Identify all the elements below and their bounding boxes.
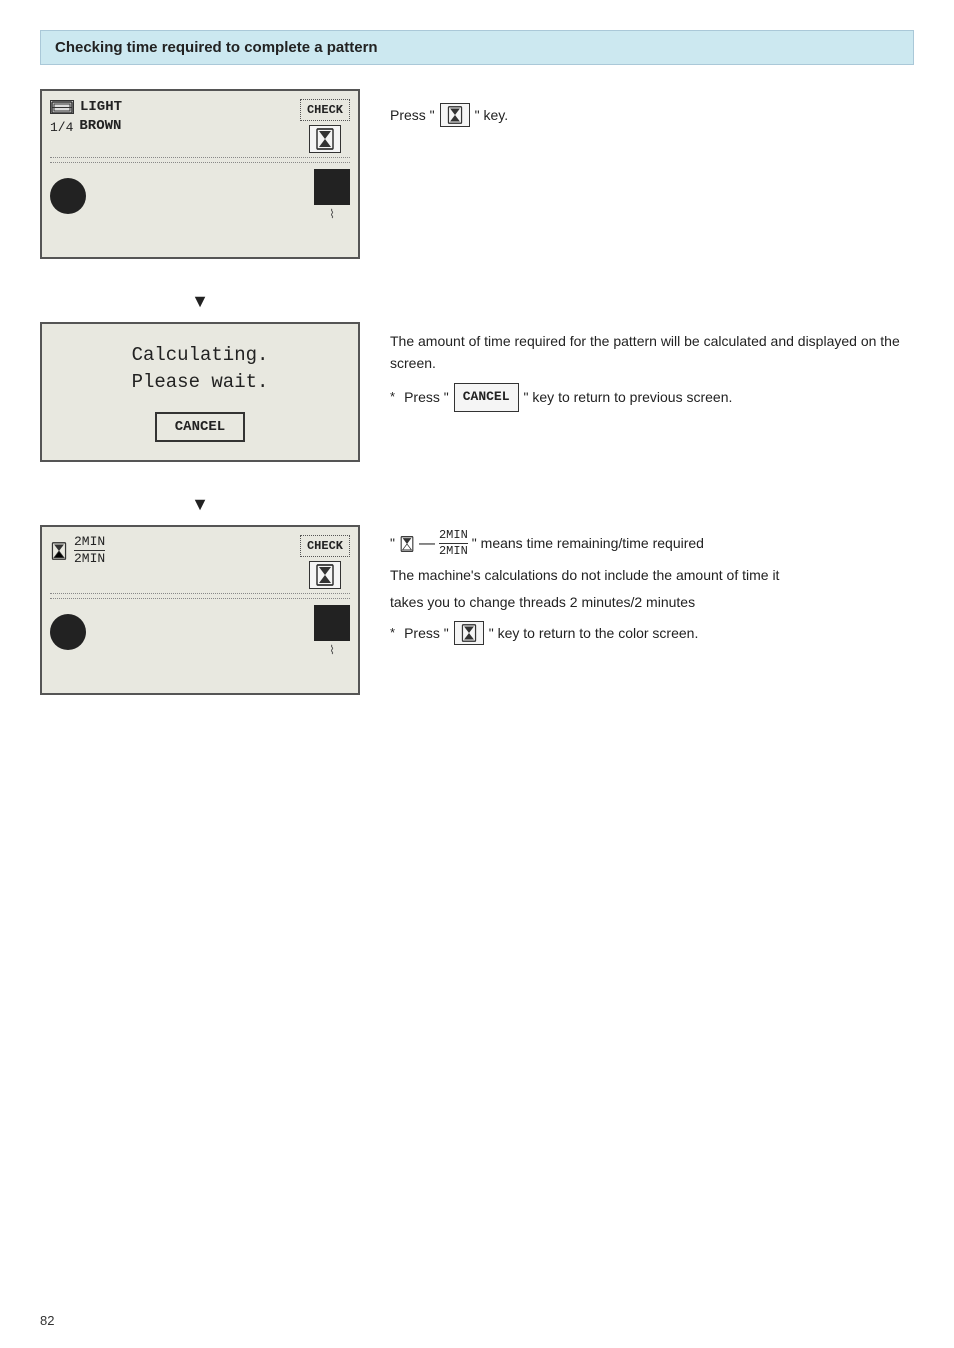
step3-frac-bottom: 2MIN bbox=[439, 545, 468, 558]
step3-means-text: " means time remaining/time required bbox=[472, 532, 704, 554]
screen1-color-name-line1: LIGHT bbox=[80, 99, 122, 116]
swatch-dark-screen1 bbox=[50, 178, 86, 214]
arrow-down-2: ▼ bbox=[40, 494, 360, 515]
step3-note-prefix: Press " bbox=[404, 622, 449, 644]
hourglass-icon-screen3 bbox=[50, 542, 68, 560]
step3-hourglass-key[interactable] bbox=[454, 621, 484, 645]
header-title: Checking time required to complete a pat… bbox=[55, 39, 378, 56]
calc-line2: Please wait. bbox=[132, 369, 269, 396]
screen2: Calculating. Please wait. CANCEL bbox=[40, 322, 360, 462]
section-header: Checking time required to complete a pat… bbox=[40, 30, 914, 65]
cancel-button-screen2[interactable]: CANCEL bbox=[155, 412, 245, 442]
step3-note-suffix: " key to return to the color screen. bbox=[489, 622, 699, 644]
step1-press-prefix: Press " bbox=[390, 104, 435, 126]
hourglass-inline-icon bbox=[399, 536, 415, 552]
step1-hourglass-key bbox=[440, 103, 470, 127]
thread-tail-icon: ⌇ bbox=[329, 207, 335, 222]
swatch-medium-screen1 bbox=[314, 169, 350, 205]
step3-line3: takes you to change threads 2 minutes/2 … bbox=[390, 591, 914, 613]
step3-fraction-inline: 2MIN 2MIN bbox=[439, 529, 468, 558]
check-button-screen3[interactable]: CHECK bbox=[300, 535, 350, 557]
step2-note-prefix: Press " bbox=[404, 386, 449, 408]
step3-open-quote: " bbox=[390, 532, 395, 554]
step3-line2: The machine's calculations do not includ… bbox=[390, 564, 914, 586]
page-number: 82 bbox=[40, 1313, 54, 1328]
step2-desc: The amount of time required for the patt… bbox=[390, 322, 914, 412]
cancel-key-box[interactable]: CANCEL bbox=[454, 383, 519, 412]
screen3-time-bottom: 2MIN bbox=[74, 552, 105, 566]
step3-frac-top: 2MIN bbox=[439, 529, 468, 542]
calc-line1: Calculating. bbox=[132, 342, 269, 369]
screen1: LIGHT 1/4 BROWN CHECK bbox=[40, 89, 360, 259]
check-button-screen1[interactable]: CHECK bbox=[300, 99, 350, 121]
swatch-medium-screen3 bbox=[314, 605, 350, 641]
screen1-count: 1/4 bbox=[50, 120, 73, 135]
hourglass-button-screen1[interactable] bbox=[309, 125, 341, 153]
screen3-time-top: 2MIN bbox=[74, 535, 105, 549]
thread-tail-icon-3: ⌇ bbox=[329, 643, 335, 658]
arrow-down-1: ▼ bbox=[40, 291, 360, 312]
screen1-color-name-line2: BROWN bbox=[79, 118, 121, 135]
thread-spool-icon bbox=[50, 100, 74, 114]
screen3: 2MIN 2MIN CHECK bbox=[40, 525, 360, 695]
step1-press-suffix: " key. bbox=[475, 104, 509, 126]
step2-desc-text: The amount of time required for the patt… bbox=[390, 330, 914, 375]
step3-desc: " — 2MIN 2MIN " means time remaining/tim… bbox=[390, 525, 914, 645]
hourglass-button-screen3[interactable] bbox=[309, 561, 341, 589]
step3-dash: — bbox=[419, 531, 435, 557]
step1-desc: Press " " key. bbox=[390, 89, 914, 127]
step2-bullet: * bbox=[390, 387, 395, 408]
step2-note-suffix: " key to return to previous screen. bbox=[524, 386, 733, 408]
step3-bullet: * bbox=[390, 623, 395, 644]
swatch-dark-screen3 bbox=[50, 614, 86, 650]
